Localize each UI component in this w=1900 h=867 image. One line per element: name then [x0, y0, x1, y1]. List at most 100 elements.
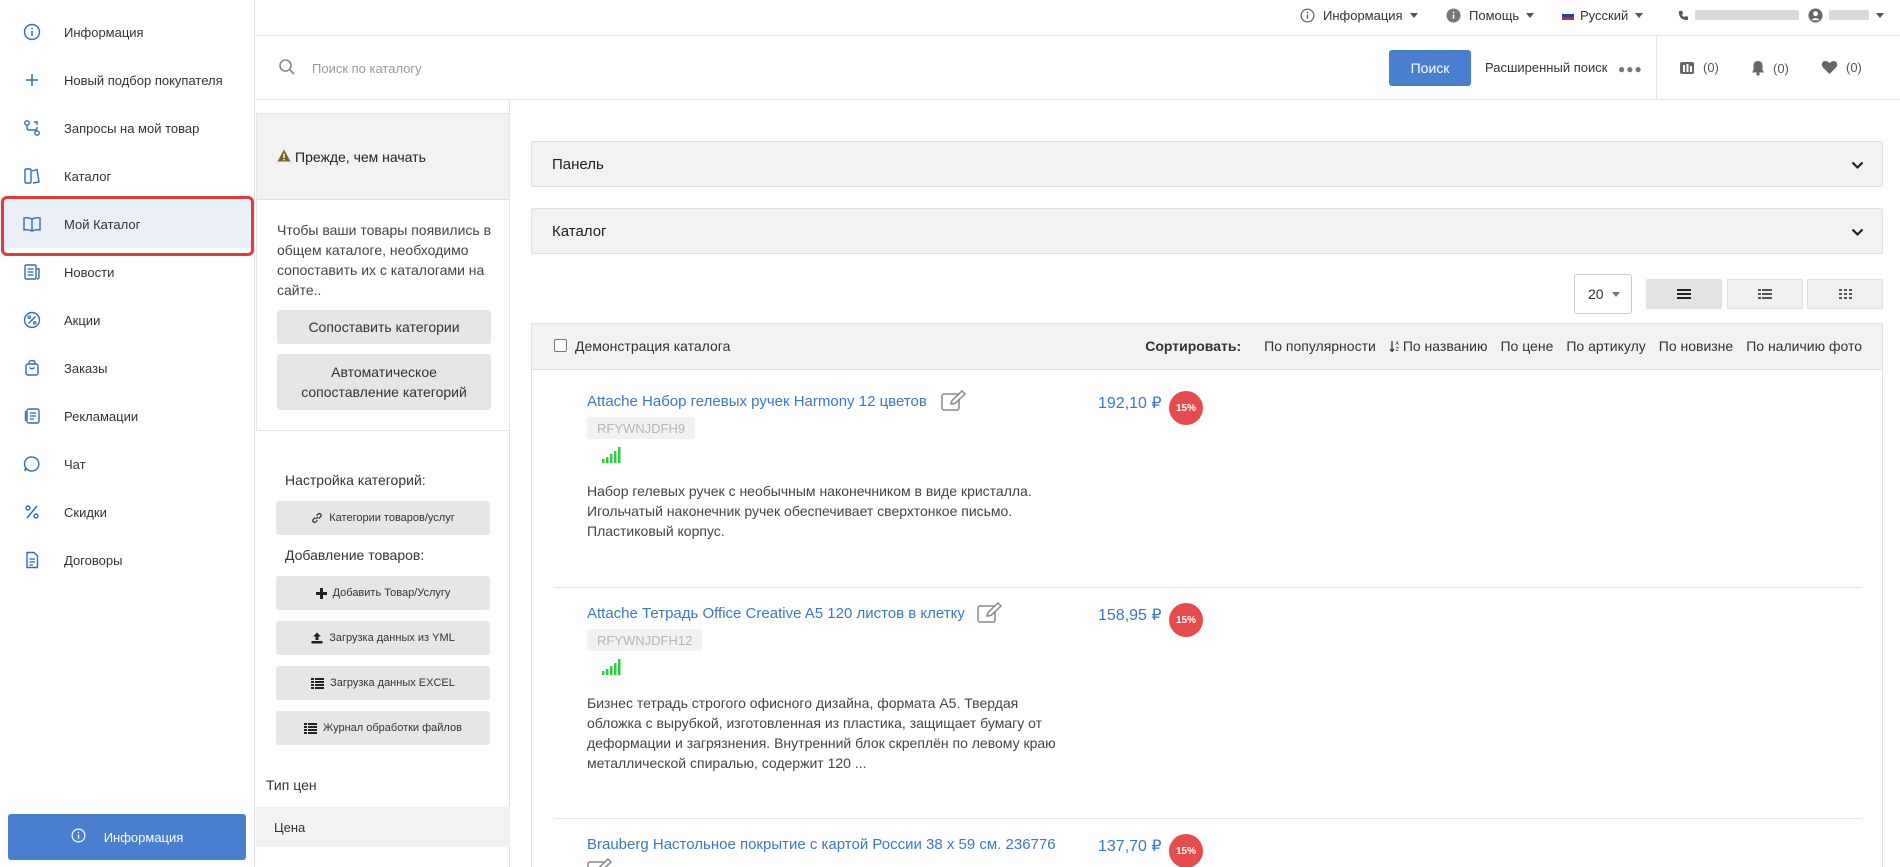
shopping-bag-icon: [22, 358, 42, 378]
sort-by-name[interactable]: AZ По названию: [1389, 338, 1488, 354]
open-book-icon: [22, 214, 42, 234]
nav-item-promotions[interactable]: Акции: [0, 296, 255, 344]
catalog-list: Демонстрация каталога Сортировать: По по…: [531, 323, 1883, 867]
sort-by-novelty[interactable]: По новизне: [1659, 338, 1733, 354]
demo-catalog-label: Демонстрация каталога: [575, 338, 731, 354]
nav-label: Каталог: [64, 168, 112, 184]
link-icon: [311, 512, 323, 524]
edit-icon[interactable]: [941, 389, 967, 415]
sort-by-price[interactable]: По цене: [1500, 338, 1553, 354]
info-circle-icon: [22, 22, 42, 42]
per-page-select[interactable]: 20: [1574, 274, 1632, 314]
nav-label: Мой Каталог: [64, 216, 141, 232]
edit-icon[interactable]: [587, 857, 613, 867]
info-bottom-button-label: Информация: [103, 829, 184, 845]
nav-label: Заказы: [64, 360, 108, 376]
yml-upload-button[interactable]: Загрузка данных из YML: [276, 621, 490, 655]
product-title-link[interactable]: Attache Тетрадь Office Creative A5 120 л…: [587, 605, 965, 622]
nav-label: Скидки: [64, 504, 107, 520]
chevron-down-icon: [1409, 12, 1418, 18]
warning-icon: [277, 149, 291, 165]
percent-icon: [22, 502, 42, 522]
nav-item-chat[interactable]: Чат: [0, 440, 255, 488]
sort-by-article[interactable]: По артикулу: [1566, 338, 1645, 354]
match-categories-button[interactable]: Сопоставить категории: [277, 310, 491, 344]
info-dropdown[interactable]: Информация: [1300, 0, 1418, 30]
help-dropdown-label: Помощь: [1469, 7, 1520, 23]
product-categories-button[interactable]: Категории товаров/услуг: [276, 501, 490, 535]
chevron-down-icon: [1851, 157, 1864, 174]
nav-item-catalog[interactable]: Каталог: [0, 152, 255, 200]
nav-item-new-buyer-search[interactable]: Новый подбор покупателя: [0, 56, 255, 104]
file-log-button[interactable]: Журнал обработки файлов: [276, 711, 490, 745]
chevron-down-icon: [1635, 12, 1644, 18]
nav-item-requests[interactable]: Запросы на мой товар: [0, 104, 255, 152]
advanced-search-link[interactable]: Расширенный поиск: [1485, 60, 1607, 75]
view-grid-button[interactable]: [1807, 279, 1883, 309]
product-categories-label: Категории товаров/услуг: [329, 512, 455, 524]
language-dropdown[interactable]: Русский: [1562, 0, 1644, 30]
product-title-link[interactable]: Brauberg Настольное покрытие с картой Ро…: [587, 836, 1056, 853]
view-compact-button[interactable]: [1727, 279, 1803, 309]
nav-label: Новости: [64, 264, 115, 280]
phone-info: [1678, 0, 1799, 30]
notifications-counter[interactable]: (0): [1751, 60, 1789, 76]
nav-item-news[interactable]: Новости: [0, 248, 255, 296]
panel-accordion-title: Панель: [552, 155, 604, 173]
info-bottom-button[interactable]: Информация: [8, 814, 246, 860]
info-circle-icon: [1300, 8, 1315, 23]
russia-flag-icon: [1562, 10, 1574, 20]
compare-counter[interactable]: (0): [1679, 60, 1719, 75]
percent-circle-icon: [22, 310, 42, 330]
demo-catalog-checkbox[interactable]: [554, 339, 567, 352]
language-dropdown-label: Русский: [1580, 7, 1629, 23]
sort-by-popularity[interactable]: По популярности: [1264, 338, 1376, 354]
chevron-down-icon: [1851, 224, 1864, 241]
getting-started-box: Прежде, чем начать Чтобы ваши товары поя…: [256, 113, 510, 431]
catalog-accordion-title: Каталог: [552, 222, 607, 240]
discount-badge: 15%: [1169, 391, 1203, 425]
price-type-option[interactable]: Цена: [256, 807, 510, 847]
search-button[interactable]: Поиск: [1389, 50, 1471, 86]
favorites-counter[interactable]: (0): [1821, 60, 1862, 75]
notifications-count: (0): [1773, 60, 1789, 76]
product-sku: RFYWNJDFH12: [587, 629, 703, 651]
discount-badge: 15%: [1169, 834, 1203, 867]
nav-item-complaints[interactable]: Рекламации: [0, 392, 255, 440]
favorites-count: (0): [1846, 60, 1862, 75]
edit-icon[interactable]: [977, 601, 1003, 627]
left-navigation: Информация Новый подбор покупателя Запро…: [0, 0, 255, 867]
stock-signal-icon: [602, 447, 622, 466]
add-product-button[interactable]: Добавить Товар/Услугу: [276, 576, 490, 610]
product-description: Бизнес тетрадь строгого офисного дизайна…: [587, 695, 1056, 771]
help-dropdown[interactable]: Помощь: [1446, 0, 1535, 30]
panel-accordion[interactable]: Панель: [531, 141, 1883, 187]
nav-label: Чат: [64, 456, 86, 472]
more-dots-icon[interactable]: ●●●: [1618, 62, 1643, 76]
chevron-down-icon: [1876, 12, 1884, 18]
catalog-side-panel: Прежде, чем начать Чтобы ваши товары поя…: [256, 101, 510, 867]
nav-item-orders[interactable]: Заказы: [0, 344, 255, 392]
nav-item-my-catalog[interactable]: Мой Каталог: [0, 200, 255, 248]
product-price: 158,95 ₽: [1098, 607, 1162, 624]
svg-text:Z: Z: [1395, 347, 1399, 353]
product-title-link[interactable]: Attache Набор гелевых ручек Harmony 12 ц…: [587, 393, 927, 410]
search-input[interactable]: [312, 58, 1112, 78]
catalog-accordion[interactable]: Каталог: [531, 208, 1883, 254]
sort-by-name-label: По названию: [1402, 338, 1488, 354]
compare-icon: [1680, 61, 1694, 74]
user-menu[interactable]: [1808, 0, 1884, 30]
sort-by-photo[interactable]: По наличию фото: [1746, 338, 1862, 354]
compare-count: (0): [1703, 60, 1719, 75]
sort-bar: Сортировать: По популярности AZ По назва…: [1145, 338, 1862, 354]
route-icon: [22, 118, 42, 138]
auto-match-categories-button[interactable]: Автоматическое сопоставление категорий: [277, 354, 491, 410]
complaint-icon: [22, 406, 42, 426]
getting-started-title: Прежде, чем начать: [295, 148, 426, 165]
view-list-button[interactable]: [1646, 279, 1722, 309]
nav-item-discounts[interactable]: Скидки: [0, 488, 255, 536]
nav-item-info[interactable]: Информация: [0, 8, 255, 56]
divider: [1656, 36, 1657, 100]
excel-upload-button[interactable]: Загрузка данных EXCEL: [276, 666, 490, 700]
nav-item-contracts[interactable]: Договоры: [0, 536, 255, 584]
